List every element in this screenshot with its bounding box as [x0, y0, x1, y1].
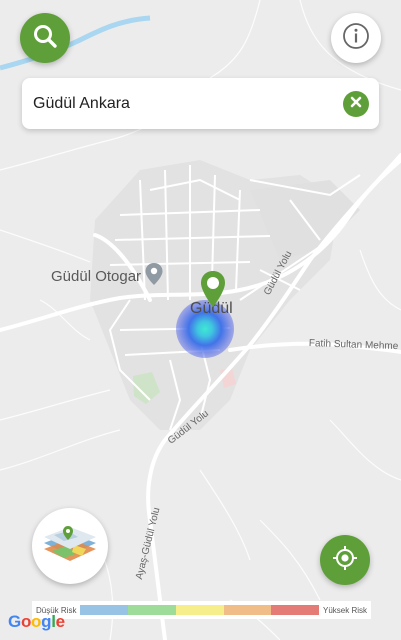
search-input-value[interactable]: Güdül Ankara: [33, 95, 343, 113]
clear-search-button[interactable]: [343, 90, 369, 117]
map-layers-icon: [38, 521, 102, 572]
google-logo: Google: [8, 612, 65, 632]
info-button[interactable]: [331, 13, 381, 63]
location-pin-icon[interactable]: [144, 262, 164, 286]
my-location-button[interactable]: [320, 535, 370, 585]
map-layers-button[interactable]: [32, 508, 108, 584]
legend-segment-2: [128, 605, 176, 615]
bus-station-label: Güdül Otogar: [51, 268, 142, 285]
close-icon: [350, 95, 362, 113]
legend-segment-5: [271, 605, 319, 615]
map-pin-icon[interactable]: [198, 269, 228, 311]
legend-segment-1: [80, 605, 129, 615]
legend-color-scale: [80, 605, 319, 615]
legend-segment-4: [223, 605, 272, 615]
info-icon: [342, 22, 370, 55]
search-button[interactable]: [20, 13, 70, 63]
google-logo-letter: e: [55, 612, 65, 631]
legend-segment-3: [175, 605, 224, 615]
google-logo-letter: G: [8, 612, 21, 631]
search-field[interactable]: Güdül Ankara: [22, 78, 379, 129]
google-logo-letter: o: [31, 612, 42, 631]
my-location-icon: [332, 545, 358, 576]
search-icon: [32, 23, 58, 54]
google-logo-letter: o: [20, 612, 32, 631]
google-logo-letter: g: [41, 612, 52, 631]
legend-high-label: Yüksek Risk: [322, 605, 367, 615]
risk-legend: Düşük Risk Yüksek Risk: [32, 601, 371, 619]
